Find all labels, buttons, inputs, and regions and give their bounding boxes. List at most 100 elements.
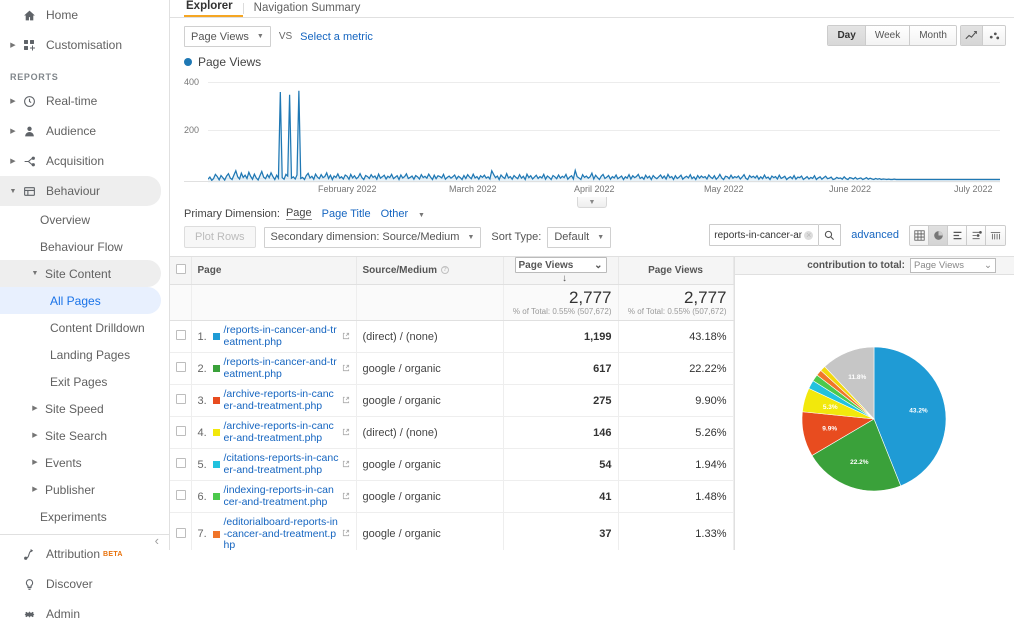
sort-descending-icon[interactable]: ↓: [562, 273, 567, 284]
sidebar-item-overview[interactable]: Overview: [0, 206, 169, 233]
table-row[interactable]: 7./editorialboard-reports-in-cancer-and-…: [170, 513, 733, 551]
pie-view-icon[interactable]: [929, 226, 948, 245]
sort-type-select[interactable]: Default ▼: [547, 227, 611, 248]
primary-dimension-page[interactable]: Page: [286, 207, 312, 220]
table-row[interactable]: 3./archive-reports-in-cancer-and-treatme…: [170, 385, 733, 417]
tab-explorer[interactable]: Explorer: [184, 0, 243, 17]
row-checkbox[interactable]: [176, 362, 186, 372]
sidebar-item-label: Discover: [40, 577, 93, 591]
sidebar-item-label: Content Drilldown: [50, 321, 145, 335]
row-page-cell: 1./reports-in-cancer-and-treatment.php: [191, 321, 356, 353]
y-axis-tick-200: 200: [184, 125, 199, 135]
sidebar-item-behaviour[interactable]: ▼ Behaviour: [0, 176, 161, 206]
row-checkbox[interactable]: [176, 458, 186, 468]
contribution-metric-select[interactable]: Page Views ⌄: [910, 258, 996, 273]
sidebar-item-customisation[interactable]: ▶ Customisation: [0, 30, 169, 60]
sidebar-item-all-pages[interactable]: All Pages: [0, 287, 161, 314]
sidebar-item-label: Overview: [40, 213, 90, 227]
open-external-icon[interactable]: [342, 528, 350, 540]
metric-select[interactable]: Page Views ▼: [184, 26, 271, 47]
sidebar-item-content-drilldown[interactable]: Content Drilldown: [0, 314, 169, 341]
search-input[interactable]: [709, 224, 819, 246]
table-row[interactable]: 5./citations-reports-in-cancer-and-treat…: [170, 449, 733, 481]
primary-dimension-other[interactable]: Other ▼: [381, 208, 425, 220]
open-external-icon[interactable]: [342, 363, 350, 375]
row-checkbox[interactable]: [176, 528, 186, 538]
sidebar-item-publisher[interactable]: ▶ Publisher: [0, 476, 169, 503]
info-icon[interactable]: ?: [441, 266, 449, 274]
sidebar-item-experiments[interactable]: Experiments: [0, 503, 169, 530]
select-all-checkbox[interactable]: [176, 264, 186, 274]
row-checkbox-cell: [170, 513, 191, 551]
tab-navigation-summary[interactable]: Navigation Summary: [252, 2, 371, 17]
row-checkbox[interactable]: [176, 490, 186, 500]
row-percent-cell: 1.48%: [618, 481, 733, 513]
sidebar-item-acquisition[interactable]: ▶ Acquisition: [0, 146, 169, 176]
select-a-metric-link[interactable]: Select a metric: [300, 31, 373, 43]
plot-rows-button[interactable]: Plot Rows: [184, 226, 256, 248]
sidebar-item-exit-pages[interactable]: Exit Pages: [0, 368, 169, 395]
page-url-link[interactable]: /citations-reports-in-cancer-and-treatme…: [224, 453, 339, 476]
chart-collapse-button[interactable]: ▼: [577, 197, 607, 208]
behaviour-icon: [18, 185, 40, 198]
line-chart-icon[interactable]: [961, 26, 983, 45]
row-color-swatch: [213, 429, 220, 436]
row-checkbox[interactable]: [176, 394, 186, 404]
sidebar-item-behaviour-flow[interactable]: Behaviour Flow: [0, 233, 169, 260]
table-view-icon[interactable]: [910, 226, 929, 245]
page-url-link[interactable]: /editorialboard-reports-in-cancer-and-tr…: [224, 517, 339, 550]
granularity-month[interactable]: Month: [910, 26, 956, 45]
page-header[interactable]: Page: [191, 257, 356, 285]
sidebar-item-site-content[interactable]: ▼ Site Content: [0, 260, 161, 287]
row-color-swatch: [213, 493, 220, 500]
sidebar-item-events[interactable]: ▶ Events: [0, 449, 169, 476]
comparison-view-icon[interactable]: [967, 226, 986, 245]
page-url-link[interactable]: /reports-in-cancer-and-treatment.php: [224, 357, 339, 380]
sidebar-item-site-search[interactable]: ▶ Site Search: [0, 422, 169, 449]
bar-view-icon[interactable]: [948, 226, 967, 245]
open-external-icon[interactable]: [342, 459, 350, 471]
open-external-icon[interactable]: [342, 491, 350, 503]
sidebar-item-audience[interactable]: ▶ Audience: [0, 116, 169, 146]
sidebar-item-admin[interactable]: Admin: [0, 599, 169, 629]
row-checkbox[interactable]: [176, 426, 186, 436]
metric-column-select[interactable]: Page Views ⌄: [515, 257, 607, 273]
open-external-icon[interactable]: [342, 395, 350, 407]
sidebar-item-landing-pages[interactable]: Landing Pages: [0, 341, 169, 368]
sidebar-item-site-speed[interactable]: ▶ Site Speed: [0, 395, 169, 422]
page-url-link[interactable]: /archive-reports-in-cancer-and-treatment…: [224, 421, 339, 444]
table-row[interactable]: 2./reports-in-cancer-and-treatment.phpgo…: [170, 353, 733, 385]
clear-search-icon[interactable]: ×: [804, 231, 813, 240]
row-checkbox[interactable]: [176, 330, 186, 340]
sidebar-item-home[interactable]: Home: [0, 0, 169, 30]
sidebar-item-discover[interactable]: Discover: [0, 569, 169, 599]
sidebar-item-real-time[interactable]: ▶ Real-time: [0, 86, 169, 116]
secondary-dimension-select[interactable]: Secondary dimension: Source/Medium ▼: [264, 227, 482, 248]
granularity-week[interactable]: Week: [866, 26, 910, 45]
sidebar-item-attribution[interactable]: Attribution BETA: [0, 539, 169, 569]
pivot-view-icon[interactable]: [986, 226, 1005, 245]
page-views-header[interactable]: Page Views: [618, 257, 733, 285]
table-row[interactable]: 4./archive-reports-in-cancer-and-treatme…: [170, 417, 733, 449]
table-row[interactable]: 6./indexing-reports-in-cancer-and-treatm…: [170, 481, 733, 513]
page-url-link[interactable]: /reports-in-cancer-and-treatment.php: [224, 325, 339, 348]
search-button[interactable]: [819, 224, 841, 246]
contribution-label: contribution to total:: [807, 260, 905, 271]
page-url-link[interactable]: /indexing-reports-in-cancer-and-treatmen…: [224, 485, 339, 508]
primary-dimension-page-title[interactable]: Page Title: [322, 208, 371, 220]
row-views-cell: 146: [503, 417, 618, 449]
chevron-down-icon: ▼: [257, 33, 264, 40]
chevron-right-icon: ▶: [8, 42, 18, 49]
source-medium-header[interactable]: Source/Medium?: [356, 257, 503, 285]
open-external-icon[interactable]: [342, 331, 350, 343]
granularity-day[interactable]: Day: [828, 26, 865, 45]
scatter-chart-icon[interactable]: [983, 26, 1005, 45]
advanced-link[interactable]: advanced: [851, 229, 899, 241]
svg-text:9.9%: 9.9%: [823, 426, 838, 433]
table-row[interactable]: 1./reports-in-cancer-and-treatment.php(d…: [170, 321, 733, 353]
open-external-icon[interactable]: [342, 427, 350, 439]
sidebar-item-label: Landing Pages: [50, 348, 130, 362]
sidebar-collapse-button[interactable]: ‹: [155, 533, 159, 548]
row-source-cell: google / organic: [356, 449, 503, 481]
page-url-link[interactable]: /archive-reports-in-cancer-and-treatment…: [224, 389, 339, 412]
